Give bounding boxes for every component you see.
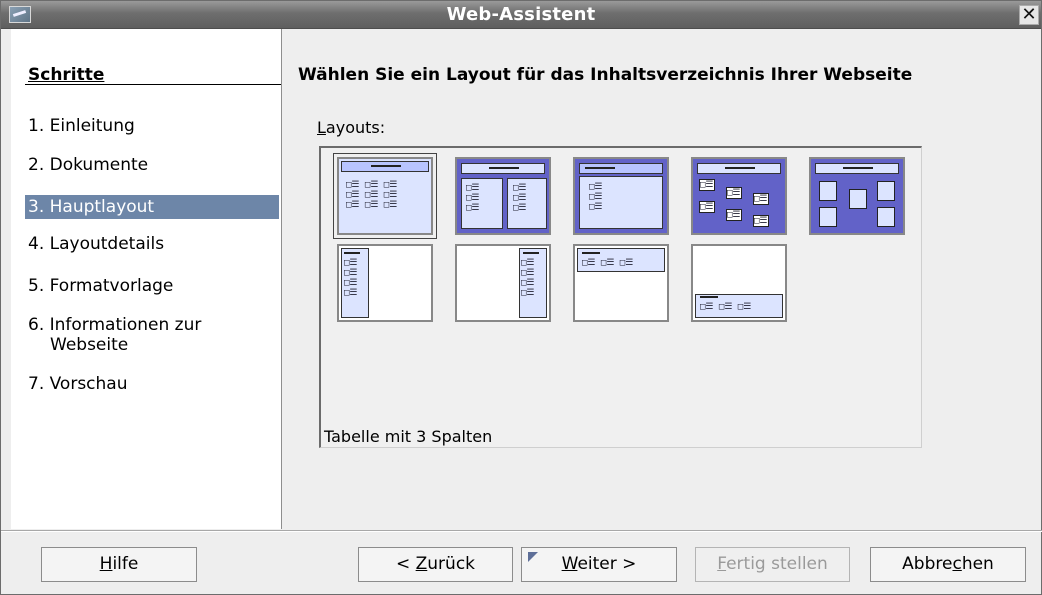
step-einleitung[interactable]: 1. Einleitung — [28, 116, 135, 136]
help-button[interactable]: Hilfe — [41, 547, 197, 582]
step-dokumente[interactable]: 2. Dokumente — [28, 155, 148, 175]
steps-heading-underline — [25, 84, 281, 85]
layout-thumb-table-3-columns[interactable]: □☰ □☰ □☰ □☰ □☰ □☰ □☰ □☰ □☰ — [333, 153, 437, 239]
step-vorschau[interactable]: 7. Vorschau — [28, 374, 128, 394]
step-hauptlayout[interactable]: 3. Hauptlayout — [25, 195, 279, 219]
step-informationen-label-cont: Webseite — [50, 335, 129, 355]
button-row-separator — [1, 530, 1042, 532]
page-title: Wählen Sie ein Layout für das Inhaltsver… — [298, 65, 913, 85]
title-bar[interactable]: Web-Assistent ✕ — [1, 1, 1041, 29]
layout-thumb-tiles[interactable] — [809, 157, 905, 235]
close-icon[interactable]: ✕ — [1019, 5, 1039, 25]
steps-heading: Schritte — [28, 65, 105, 85]
step-formatvorlage[interactable]: 5. Formatvorlage — [28, 276, 173, 296]
layout-thumb-top-frame[interactable]: □☰ □☰ □☰ — [573, 244, 669, 322]
next-button[interactable]: Weiter > — [521, 547, 677, 582]
layout-thumb-staggered[interactable]: □☰ □☰ □☰ □☰ □☰ □☰ — [691, 157, 787, 235]
layout-thumb-right-sidebar[interactable]: □☰ □☰ □☰ □☰ — [455, 244, 551, 322]
selected-layout-caption: Tabelle mit 3 Spalten — [324, 427, 493, 446]
layout-thumb-list[interactable]: □☰ □☰ □☰ — [573, 157, 669, 235]
cancel-button[interactable]: Abbrechen — [870, 547, 1026, 582]
default-button-marker-icon — [528, 552, 538, 562]
window-title: Web-Assistent — [446, 4, 596, 25]
back-button[interactable]: < Zurück — [358, 547, 513, 582]
web-assistant-window: Web-Assistent ✕ Schritte 1. Einleitung 2… — [0, 0, 1042, 595]
finish-button[interactable]: Fertig stellen — [695, 547, 850, 582]
layouts-label: Layouts: — [317, 118, 386, 137]
steps-pane: Schritte 1. Einleitung 2. Dokumente 3. H… — [11, 29, 282, 529]
step-informationen-label: 6. Informationen zur — [28, 315, 202, 335]
layout-thumb-bottom-frame[interactable]: □☰ □☰ □☰ — [691, 244, 787, 322]
layout-thumb-left-sidebar[interactable]: □☰ □☰ □☰ □☰ — [337, 244, 433, 322]
step-informationen[interactable]: 6. Informationen zur Webseite — [28, 315, 258, 355]
layout-thumb-table-2-columns[interactable]: □☰ □☰ □☰ □☰ □☰ □☰ — [455, 157, 551, 235]
step-layoutdetails[interactable]: 4. Layoutdetails — [28, 234, 164, 254]
